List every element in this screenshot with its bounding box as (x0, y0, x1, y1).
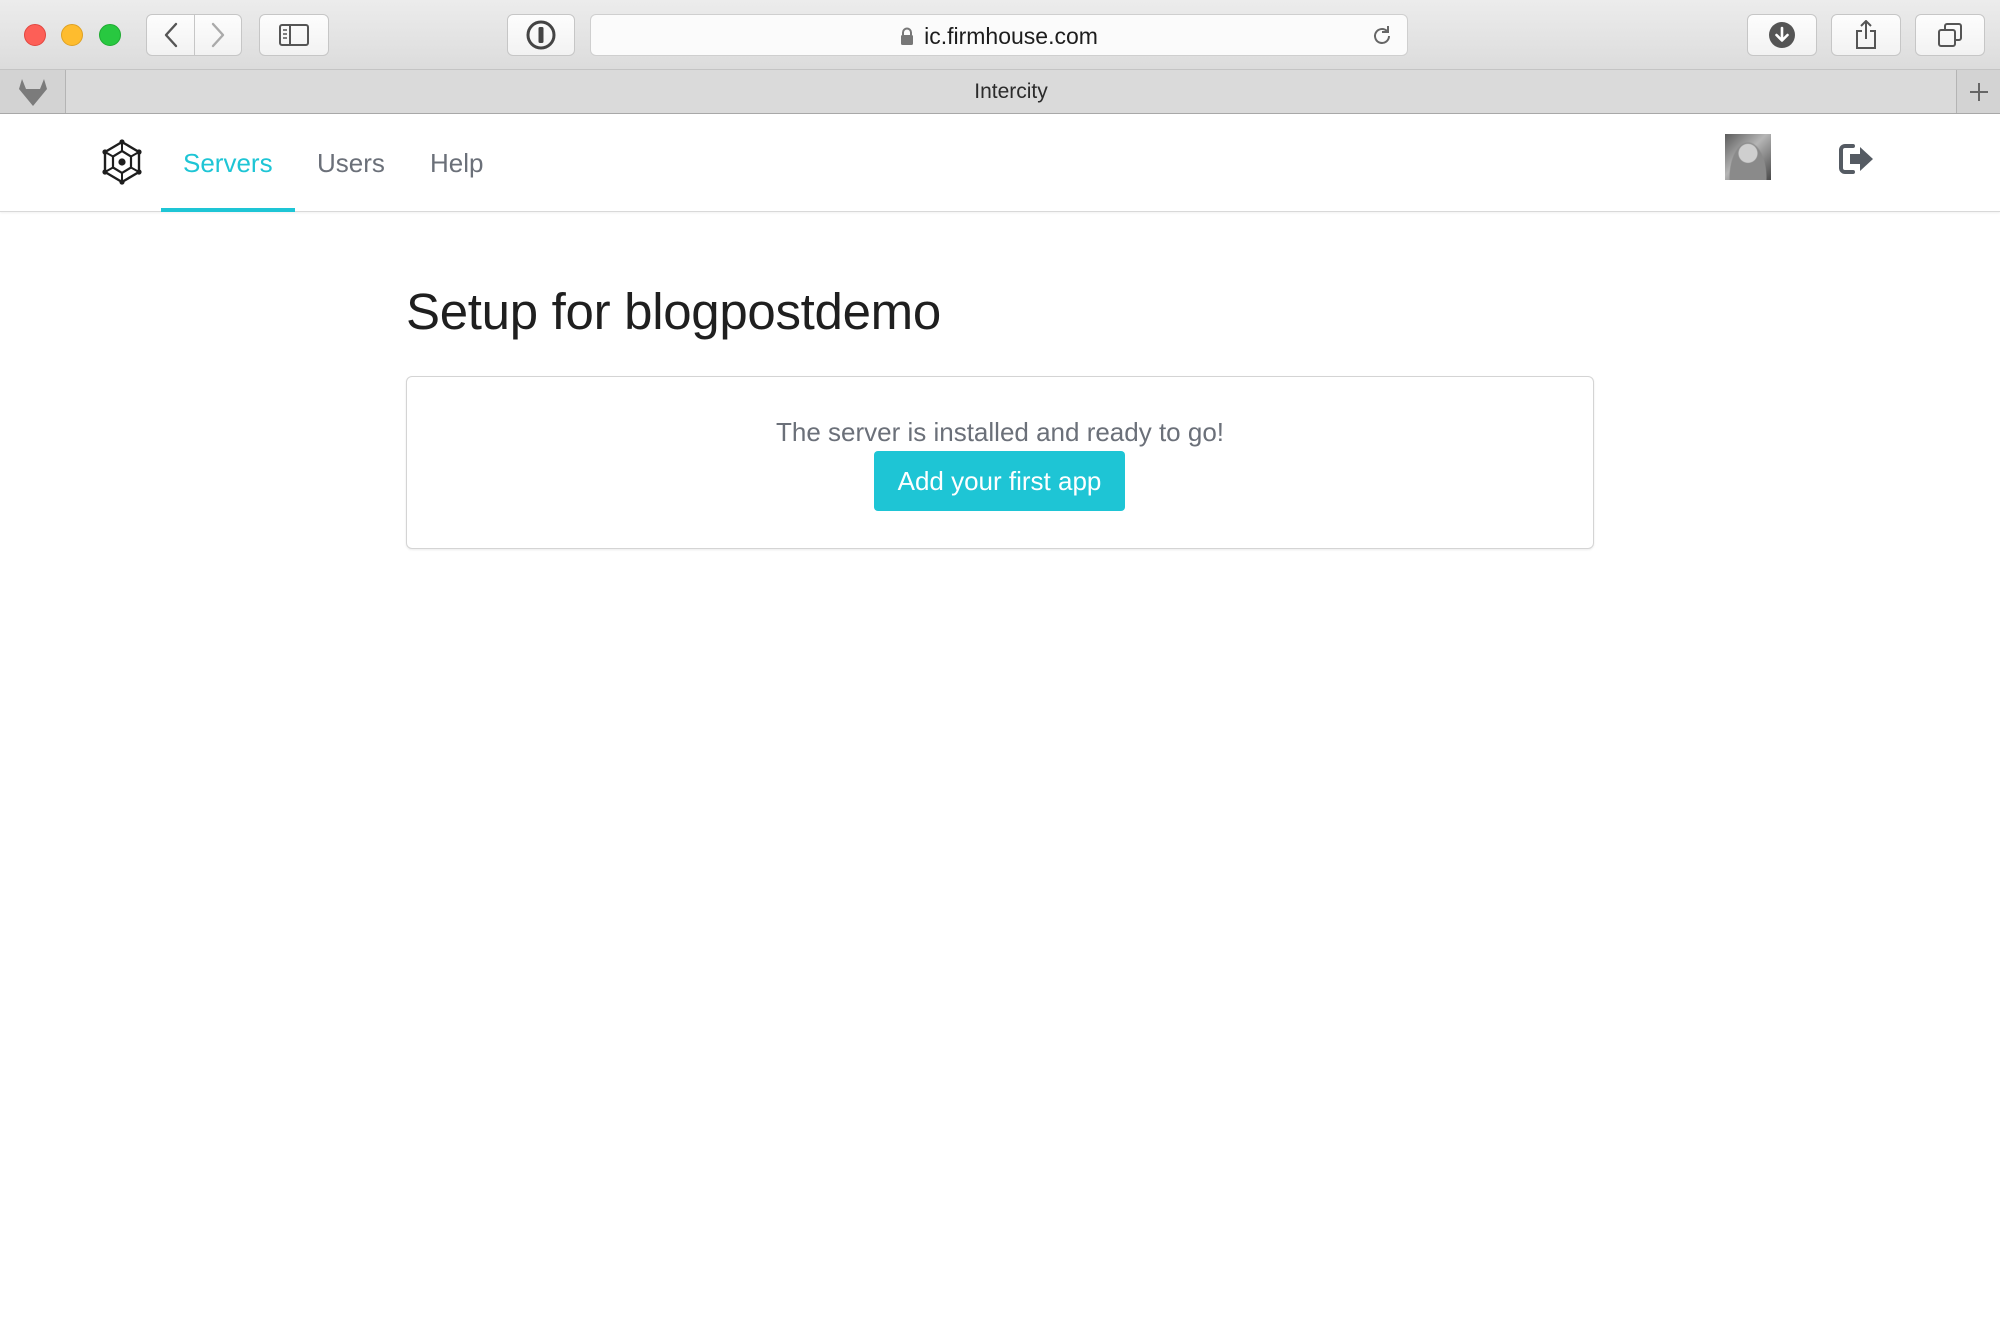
sign-out-icon[interactable] (1838, 142, 1878, 176)
lock-icon (901, 27, 914, 45)
share-icon (1856, 20, 1876, 49)
sidebar-toggle-button[interactable] (259, 14, 329, 56)
address-bar[interactable]: ic.firmhouse.com (590, 14, 1408, 56)
zoom-window-button[interactable] (99, 24, 121, 46)
setup-panel: The server is installed and ready to go!… (406, 376, 1594, 549)
chevron-left-icon (164, 22, 177, 48)
status-message: The server is installed and ready to go! (775, 417, 1225, 447)
download-icon (1769, 22, 1795, 48)
hexagon-network-logo-icon[interactable] (98, 138, 146, 186)
close-window-button[interactable] (24, 24, 46, 46)
new-tab-button[interactable] (1956, 70, 2000, 113)
minimize-window-button[interactable] (61, 24, 83, 46)
back-button[interactable] (146, 14, 195, 56)
user-avatar[interactable] (1725, 134, 1771, 180)
onepassword-icon (526, 20, 556, 50)
active-tab[interactable]: Intercity (66, 70, 1956, 113)
downloads-button[interactable] (1747, 14, 1817, 56)
nav-servers[interactable]: Servers (161, 114, 295, 212)
gitlab-fox-icon (18, 78, 47, 106)
tabs-overview-icon (1938, 23, 1962, 47)
nav-users[interactable]: Users (295, 114, 407, 212)
app-navbar: Servers Users Help (0, 114, 2000, 212)
tab-title: Intercity (974, 79, 1048, 103)
share-button[interactable] (1831, 14, 1901, 56)
nav-help[interactable]: Help (408, 114, 505, 212)
tab-bar: Intercity (0, 70, 2000, 114)
password-manager-button[interactable] (507, 14, 575, 56)
browser-toolbar: ic.firmhouse.com (0, 0, 2000, 70)
url-text: ic.firmhouse.com (924, 22, 1098, 49)
page-title: Setup for blogpostdemo (406, 283, 941, 340)
plus-icon (1969, 82, 1988, 101)
forward-button[interactable] (194, 14, 242, 56)
reload-icon[interactable] (1371, 25, 1393, 47)
show-tabs-button[interactable] (1915, 14, 1985, 56)
add-first-app-button[interactable]: Add your first app (874, 451, 1125, 511)
pinned-tab[interactable] (0, 70, 66, 113)
sidebar-icon (279, 24, 309, 46)
chevron-right-icon (211, 22, 225, 48)
